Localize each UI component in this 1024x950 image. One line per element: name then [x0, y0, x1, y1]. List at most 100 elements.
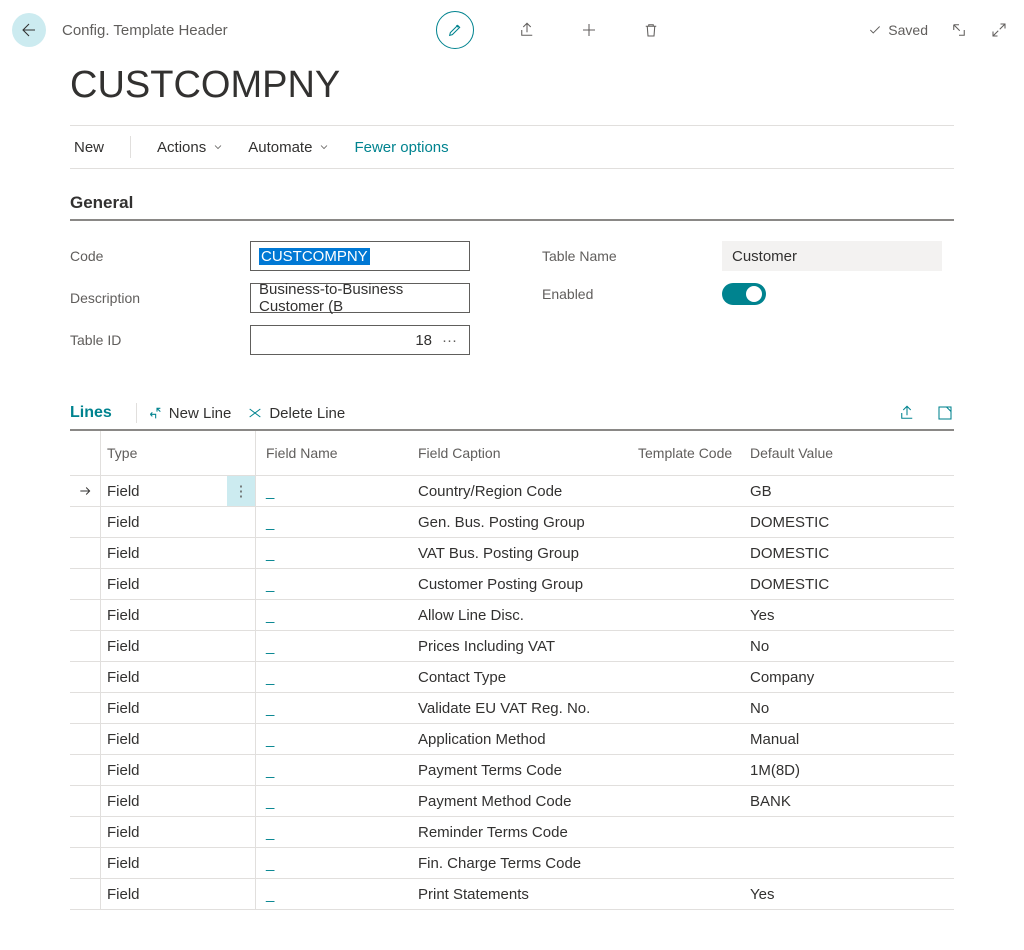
table-row[interactable]: Field⋮_ Payment Terms Code1M(8D) [70, 755, 954, 786]
row-selector[interactable] [70, 755, 101, 785]
cell-field-caption[interactable]: Country/Region Code [416, 483, 638, 500]
cell-field-caption[interactable]: Print Statements [416, 886, 638, 903]
cell-type[interactable]: Field [101, 607, 227, 624]
cell-field-caption[interactable]: Application Method [416, 731, 638, 748]
cell-field-name[interactable]: _ [256, 731, 416, 748]
cmd-fewer-options[interactable]: Fewer options [354, 139, 448, 156]
cell-default-value[interactable]: No [748, 700, 954, 717]
cell-default-value[interactable]: Company [748, 669, 954, 686]
cell-type[interactable]: Field [101, 483, 227, 500]
share-button[interactable] [518, 21, 536, 39]
cell-type[interactable]: Field [101, 669, 227, 686]
cell-default-value[interactable]: GB [748, 483, 954, 500]
col-template-code[interactable]: Template Code [638, 445, 748, 461]
table-row[interactable]: Field⋮_ Prices Including VAT No [70, 631, 954, 662]
cell-type[interactable]: Field [101, 793, 227, 810]
row-menu[interactable]: ⋮ [227, 476, 256, 506]
expand-button[interactable] [990, 21, 1008, 39]
cell-default-value[interactable]: No [748, 638, 954, 655]
cell-default-value[interactable]: DOMESTIC [748, 514, 954, 531]
cell-default-value[interactable]: DOMESTIC [748, 576, 954, 593]
row-selector[interactable] [70, 476, 101, 506]
cell-type[interactable]: Field [101, 855, 227, 872]
cell-field-caption[interactable]: VAT Bus. Posting Group [416, 545, 638, 562]
cell-default-value[interactable]: DOMESTIC [748, 545, 954, 562]
cell-field-name[interactable]: _ [256, 514, 416, 531]
cell-field-name[interactable]: _ [256, 700, 416, 717]
cell-field-caption[interactable]: Fin. Charge Terms Code [416, 855, 638, 872]
table-id-input[interactable]: 18 ··· [250, 325, 470, 355]
table-row[interactable]: Field⋮_ Validate EU VAT Reg. No.No [70, 693, 954, 724]
row-menu[interactable]: ⋮ [227, 631, 256, 661]
row-selector[interactable] [70, 662, 101, 692]
row-menu[interactable]: ⋮ [227, 600, 256, 630]
row-selector[interactable] [70, 538, 101, 568]
lines-new-line[interactable]: New Line [147, 405, 232, 422]
row-selector[interactable] [70, 848, 101, 878]
row-menu[interactable]: ⋮ [227, 755, 256, 785]
row-menu[interactable]: ⋮ [227, 848, 256, 878]
cell-field-caption[interactable]: Payment Terms Code [416, 762, 638, 779]
cell-field-caption[interactable]: Validate EU VAT Reg. No. [416, 700, 638, 717]
cell-field-name[interactable]: _ [256, 607, 416, 624]
back-button[interactable] [12, 13, 46, 47]
row-selector[interactable] [70, 817, 101, 847]
table-row[interactable]: Field⋮_ Customer Posting GroupDOMESTIC [70, 569, 954, 600]
cell-field-name[interactable]: _ [256, 855, 416, 872]
cell-default-value[interactable]: Manual [748, 731, 954, 748]
code-input[interactable]: CUSTCOMPNY [250, 241, 470, 271]
row-menu[interactable]: ⋮ [227, 569, 256, 599]
row-menu[interactable]: ⋮ [227, 538, 256, 568]
table-row[interactable]: Field⋮_ Application Method Manual [70, 724, 954, 755]
cell-field-caption[interactable]: Contact Type [416, 669, 638, 686]
table-row[interactable]: Field⋮_ Country/Region Code GB [70, 476, 954, 507]
cell-type[interactable]: Field [101, 545, 227, 562]
cell-type[interactable]: Field [101, 824, 227, 841]
cell-field-name[interactable]: _ [256, 545, 416, 562]
row-selector[interactable] [70, 569, 101, 599]
cell-default-value[interactable]: 1M(8D) [748, 762, 954, 779]
description-input[interactable]: Business-to-Business Customer (B [250, 283, 470, 313]
cell-field-caption[interactable]: Customer Posting Group [416, 576, 638, 593]
cell-field-name[interactable]: _ [256, 793, 416, 810]
cell-type[interactable]: Field [101, 514, 227, 531]
cell-type[interactable]: Field [101, 638, 227, 655]
table-row[interactable]: Field⋮_ Fin. Charge Terms Code [70, 848, 954, 879]
row-selector[interactable] [70, 724, 101, 754]
cell-default-value[interactable]: Yes [748, 607, 954, 624]
delete-button[interactable] [642, 21, 660, 39]
col-field-caption[interactable]: Field Caption [416, 445, 638, 461]
row-selector[interactable] [70, 879, 101, 909]
cell-default-value[interactable]: BANK [748, 793, 954, 810]
table-row[interactable]: Field⋮_ Reminder Terms Code [70, 817, 954, 848]
lines-share-button[interactable] [898, 404, 916, 422]
lines-delete-line[interactable]: Delete Line [247, 405, 345, 422]
cell-type[interactable]: Field [101, 886, 227, 903]
cell-field-name[interactable]: _ [256, 638, 416, 655]
row-selector[interactable] [70, 507, 101, 537]
cell-field-name[interactable]: _ [256, 576, 416, 593]
cell-type[interactable]: Field [101, 731, 227, 748]
cmd-actions[interactable]: Actions [157, 139, 224, 156]
row-selector[interactable] [70, 600, 101, 630]
enabled-toggle[interactable] [722, 283, 766, 305]
cell-default-value[interactable]: Yes [748, 886, 954, 903]
table-row[interactable]: Field⋮_ Allow Line Disc.Yes [70, 600, 954, 631]
new-button[interactable] [580, 21, 598, 39]
cell-type[interactable]: Field [101, 762, 227, 779]
table-row[interactable]: Field⋮_ VAT Bus. Posting Group DOMESTIC [70, 538, 954, 569]
cell-field-caption[interactable]: Prices Including VAT [416, 638, 638, 655]
popout-button[interactable] [950, 21, 968, 39]
row-menu[interactable]: ⋮ [227, 507, 256, 537]
cell-field-caption[interactable]: Payment Method Code [416, 793, 638, 810]
cell-field-name[interactable]: _ [256, 824, 416, 841]
cell-field-name[interactable]: _ [256, 483, 416, 500]
cell-type[interactable]: Field [101, 700, 227, 717]
edit-button[interactable] [436, 11, 474, 49]
row-selector[interactable] [70, 786, 101, 816]
row-selector[interactable] [70, 631, 101, 661]
cell-field-caption[interactable]: Reminder Terms Code [416, 824, 638, 841]
row-menu[interactable]: ⋮ [227, 786, 256, 816]
table-row[interactable]: Field⋮_ Contact TypeCompany [70, 662, 954, 693]
row-menu[interactable]: ⋮ [227, 724, 256, 754]
